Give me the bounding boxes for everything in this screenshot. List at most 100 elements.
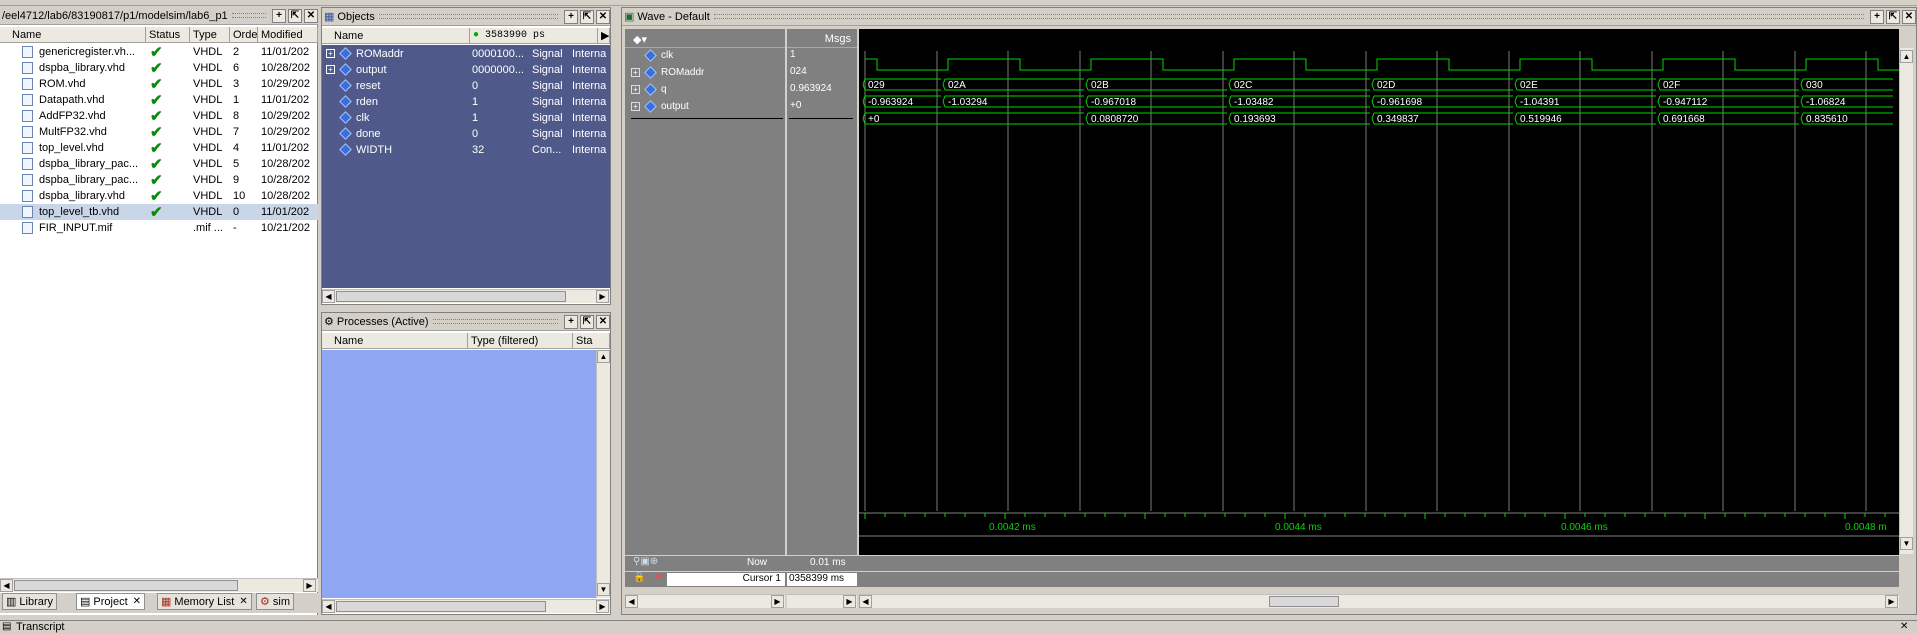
undock-icon[interactable]: ⇱ xyxy=(580,9,594,24)
col-type[interactable]: Type (filtered) xyxy=(468,333,573,348)
close-icon[interactable]: ✕ xyxy=(596,314,610,329)
panel-grip[interactable] xyxy=(713,14,1864,19)
scroll-left-icon[interactable]: ◀ xyxy=(625,595,638,608)
q-label: -1.04391 xyxy=(1520,97,1560,108)
col-type[interactable]: Type xyxy=(190,27,230,42)
scroll-right-icon[interactable]: ▶ xyxy=(1885,595,1898,608)
scroll-up-icon[interactable]: ▲ xyxy=(1900,50,1913,63)
scroll-up-icon[interactable]: ▲ xyxy=(597,350,610,363)
processes-vscroll[interactable]: ▲ ▼ xyxy=(596,350,610,598)
scroll-left-icon[interactable]: ◀ xyxy=(322,600,335,613)
wave-signal-row[interactable]: + q xyxy=(631,83,781,96)
scroll-left-icon[interactable]: ◀ xyxy=(859,595,872,608)
close-tab-icon[interactable]: ✕ xyxy=(133,596,141,607)
panel-grip[interactable] xyxy=(432,319,558,324)
undock-icon[interactable]: ⇱ xyxy=(1886,9,1900,24)
list-item[interactable]: AddFP32.vhd ✔ VHDL 8 10/29/202 xyxy=(0,108,318,125)
col-modified[interactable]: Modified xyxy=(258,27,318,42)
lock-icon[interactable]: 🔒 xyxy=(633,572,645,583)
tab-sim[interactable]: ⚙ sim xyxy=(256,593,294,610)
scroll-thumb[interactable] xyxy=(336,601,546,612)
list-item[interactable]: FIR_INPUT.mif .mif ... - 10/21/202 xyxy=(0,220,318,236)
object-row[interactable]: + output 0000000... Signal Interna xyxy=(322,63,610,76)
object-row[interactable]: rden 1 Signal Interna xyxy=(322,95,610,108)
add-icon[interactable]: + xyxy=(564,9,578,24)
add-icon[interactable]: + xyxy=(1870,9,1884,24)
list-item[interactable]: top_level.vhd ✔ VHDL 4 11/01/202 xyxy=(0,140,318,157)
col-name[interactable]: Name xyxy=(322,28,470,43)
col-status[interactable]: Status xyxy=(146,27,190,42)
undock-icon[interactable]: ⇱ xyxy=(580,314,594,329)
romaddr-label: 02D xyxy=(1377,80,1395,91)
close-icon[interactable]: ✕ xyxy=(304,8,318,23)
expand-icon[interactable]: + xyxy=(326,65,335,74)
col-time[interactable]: ● 3583990 ps xyxy=(470,28,598,43)
cursor-value-box[interactable]: 0358399 ms xyxy=(787,573,857,586)
scroll-left-icon[interactable]: ◀ xyxy=(0,579,13,592)
wave-msgs-hscroll[interactable]: ▶ xyxy=(787,594,857,608)
scroll-thumb[interactable] xyxy=(14,580,238,591)
object-row[interactable]: WIDTH 32 Con... Interna xyxy=(322,143,610,156)
time-marker-icon: ● xyxy=(473,30,480,41)
cursor-name-box[interactable]: Cursor 1 xyxy=(667,573,785,586)
wave-signal-name: output xyxy=(661,101,689,112)
wave-signal-row[interactable]: + ROMaddr xyxy=(631,66,781,79)
list-item[interactable]: dspba_library.vhd ✔ VHDL 10 10/28/202 xyxy=(0,188,318,205)
close-icon[interactable]: ✕ xyxy=(596,9,610,24)
col-name[interactable]: Name xyxy=(322,333,468,348)
wave-vscroll[interactable]: ▲ ▼ xyxy=(1899,48,1913,554)
scroll-down-icon[interactable]: ▼ xyxy=(1900,537,1913,550)
list-item[interactable]: dspba_library_pac... ✔ VHDL 5 10/28/202 xyxy=(0,156,318,173)
list-item[interactable]: top_level_tb.vhd ✔ VHDL 0 11/01/202 xyxy=(0,204,318,221)
col-state[interactable]: Sta xyxy=(573,333,610,348)
tab-project[interactable]: ▤ Project ✕ xyxy=(76,593,146,610)
add-icon[interactable]: + xyxy=(272,8,286,23)
now-icons[interactable]: ⚲▣⊕ xyxy=(633,556,658,567)
list-item[interactable]: genericregister.vh... ✔ VHDL 2 11/01/202 xyxy=(0,44,318,61)
list-item[interactable]: Datapath.vhd ✔ VHDL 1 11/01/202 xyxy=(0,92,318,109)
scroll-right-icon[interactable]: ▶ xyxy=(843,595,856,608)
expand-icon[interactable]: + xyxy=(631,102,640,111)
scroll-down-icon[interactable]: ▼ xyxy=(597,583,610,596)
wave-toolbar-icon[interactable]: ◆▾ xyxy=(633,33,655,46)
scroll-thumb[interactable] xyxy=(336,291,566,302)
wave-signal-row[interactable]: + output xyxy=(631,100,781,113)
scroll-right-icon[interactable]: ▶ xyxy=(303,579,316,592)
cursor-delete-icon[interactable]: ⊖ xyxy=(655,572,663,583)
panel-grip[interactable] xyxy=(231,13,266,18)
object-row[interactable]: done 0 Signal Interna xyxy=(322,127,610,140)
expand-icon[interactable]: + xyxy=(326,49,335,58)
panel-grip[interactable] xyxy=(378,14,558,19)
wave-time-hscroll[interactable]: ◀ ▶ xyxy=(859,594,1899,608)
col-name[interactable]: Name xyxy=(0,27,146,42)
processes-hscroll[interactable]: ◀ ▶ xyxy=(322,599,610,613)
objects-hscroll[interactable]: ◀ ▶ xyxy=(322,289,610,303)
list-item[interactable]: MultFP32.vhd ✔ VHDL 7 10/29/202 xyxy=(0,124,318,141)
object-row[interactable]: + ROMaddr 0000100... Signal Interna xyxy=(322,47,610,60)
scroll-right-icon[interactable]: ▶ xyxy=(596,600,609,613)
object-row[interactable]: reset 0 Signal Interna xyxy=(322,79,610,92)
object-row[interactable]: clk 1 Signal Interna xyxy=(322,111,610,124)
add-icon[interactable]: + xyxy=(564,314,578,329)
wave-signal-row[interactable]: clk xyxy=(631,49,781,62)
close-icon[interactable]: ✕ xyxy=(1900,621,1908,632)
scroll-right-icon[interactable]: ▶ xyxy=(771,595,784,608)
expand-icon[interactable]: + xyxy=(631,68,640,77)
scroll-right-icon[interactable]: ▶ xyxy=(598,28,610,43)
project-hscroll[interactable]: ◀ ▶ xyxy=(0,578,318,592)
wave-names-hscroll[interactable]: ◀ ▶ xyxy=(625,594,785,608)
expand-icon[interactable]: + xyxy=(631,85,640,94)
scroll-thumb[interactable] xyxy=(1269,596,1339,607)
waveform-area[interactable]: 029 02A 02B 02C 02D 02E 02F 030 -0.963924 -1.0329… xyxy=(859,29,1899,555)
close-tab-icon[interactable]: ✕ xyxy=(239,596,247,607)
scroll-right-icon[interactable]: ▶ xyxy=(596,290,609,303)
scroll-left-icon[interactable]: ◀ xyxy=(322,290,335,303)
tab-memory-list[interactable]: ▦ Memory List ✕ xyxy=(157,593,252,610)
list-item[interactable]: dspba_library_pac... ✔ VHDL 9 10/28/202 xyxy=(0,172,318,189)
close-icon[interactable]: ✕ xyxy=(1902,9,1916,24)
col-order[interactable]: Order xyxy=(230,27,258,42)
tab-library[interactable]: ▥ Library xyxy=(2,593,58,610)
list-item[interactable]: ROM.vhd ✔ VHDL 3 10/29/202 xyxy=(0,76,318,93)
undock-icon[interactable]: ⇱ xyxy=(288,8,302,23)
list-item[interactable]: dspba_library.vhd ✔ VHDL 6 10/28/202 xyxy=(0,60,318,77)
